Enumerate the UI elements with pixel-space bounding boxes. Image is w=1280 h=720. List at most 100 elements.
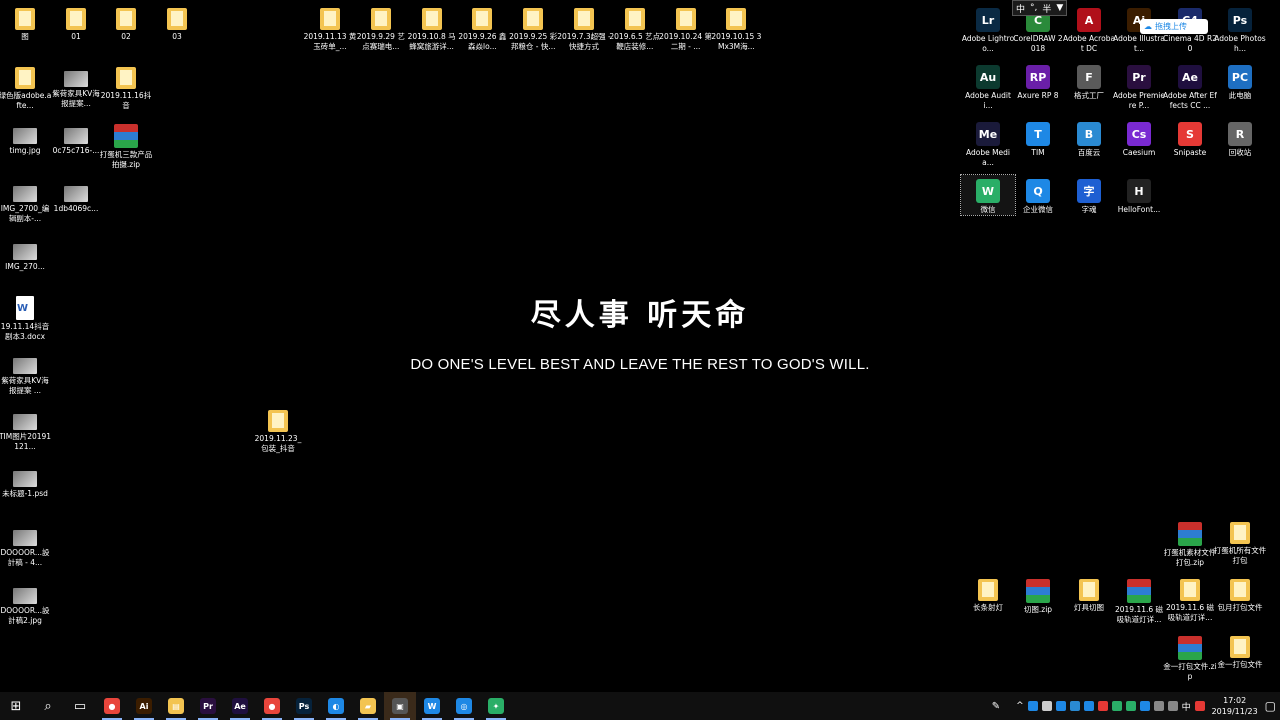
desktop-icon[interactable]: IMG_270...	[0, 236, 52, 272]
taskbar-search[interactable]: ⌕	[32, 692, 64, 720]
desktop-icon[interactable]: R 回收站	[1213, 118, 1267, 158]
desktop-icon[interactable]: PC 此电脑	[1213, 61, 1267, 101]
ime-toolbar[interactable]: 中 °, 半 ▼	[1012, 0, 1068, 16]
desktop-icon[interactable]: 2019.6.5 艺点鞭店装修...	[608, 4, 662, 52]
notes-icon: ▤	[168, 698, 184, 714]
ime-width[interactable]: 半	[1042, 2, 1051, 15]
wifi-icon[interactable]	[1153, 701, 1164, 711]
desktop-icon[interactable]: 2019.7.3超强 - 快捷方式	[557, 4, 611, 52]
taskbar-illustrator[interactable]: Ai	[128, 692, 160, 720]
drag-upload-widget[interactable]: ☁ 拖拽上传	[1140, 19, 1208, 34]
desktop-icon[interactable]: 2019.11.23_包装_抖音	[251, 406, 305, 454]
tray-app-icon[interactable]	[1083, 701, 1094, 711]
tray-app-icon[interactable]	[1097, 701, 1108, 711]
desktop-icon[interactable]: Ae Adobe After Effects CC ...	[1163, 61, 1217, 111]
folder-icon	[1230, 522, 1250, 544]
desktop-icon[interactable]: 01	[49, 4, 103, 42]
desktop-icon[interactable]: A Adobe Acrobat DC	[1062, 4, 1116, 54]
desktop-icon[interactable]: 字字魂	[1062, 175, 1116, 215]
taskbar-file-explorer[interactable]: ▰	[352, 692, 384, 720]
desktop-icon[interactable]: 包月打包文件	[1213, 575, 1267, 613]
taskbar-chrome[interactable]: ●	[96, 692, 128, 720]
desktop-icon[interactable]: 2019.9.29 艺点赛瑞电...	[354, 4, 408, 52]
clock[interactable]: 17:02 2019/11/23	[1209, 695, 1261, 717]
desktop-icon[interactable]: 未标题-1.psd	[0, 463, 52, 499]
desktop-icon[interactable]: 金一打包文件	[1213, 632, 1267, 670]
desktop-icon[interactable]: 打蛋机所有文件打包	[1213, 518, 1267, 566]
desktop-icon[interactable]: Ps Adobe Photosh...	[1213, 4, 1267, 54]
tray-app-icon[interactable]	[1111, 701, 1122, 711]
taskbar-wps[interactable]: W	[416, 692, 448, 720]
taskbar-chrome-2[interactable]: ●	[256, 692, 288, 720]
taskbar-browser[interactable]: ◐	[320, 692, 352, 720]
desktop-icon[interactable]: B 百度云	[1062, 118, 1116, 158]
desktop-icon[interactable]: 打蛋机三款产品拍摄.zip	[99, 120, 153, 170]
taskbar-notes[interactable]: ▤	[160, 692, 192, 720]
notification-icon[interactable]: ▢	[1265, 699, 1276, 713]
desktop-icon[interactable]: 切图.zip	[1011, 575, 1065, 615]
desktop-icon[interactable]: DOOOOR...設計稿2.jpg	[0, 580, 52, 626]
desktop-icon[interactable]: Lr Adobe Lightroo...	[961, 4, 1015, 54]
desktop-icon[interactable]: RP Axure RP 8	[1011, 61, 1065, 101]
tray-app-icon[interactable]	[1055, 701, 1066, 711]
taskbar-photoshop[interactable]: Ps	[288, 692, 320, 720]
tray-app-icon[interactable]	[1139, 701, 1150, 711]
taskbar-after-effects[interactable]: Ae	[224, 692, 256, 720]
taskbar-premiere[interactable]: Pr	[192, 692, 224, 720]
desktop-icon-label: 打蛋机三款产品拍摄.zip	[99, 150, 153, 169]
desktop-icon[interactable]: 紫荷家具KV海报提案...	[49, 63, 103, 109]
desktop-icon[interactable]: 长条射灯	[961, 575, 1015, 613]
desktop-icon[interactable]: 2019.11.16抖音	[99, 63, 153, 111]
desktop-icon[interactable]: 0c75c716-...	[49, 120, 103, 156]
tray-app-icon[interactable]	[1041, 701, 1052, 711]
tray-app-icon[interactable]	[1125, 701, 1136, 711]
desktop-icon[interactable]: 2019.11.6 磁吸轨道灯详...	[1112, 575, 1166, 625]
desktop-icon[interactable]: 03	[150, 4, 204, 42]
desktop-icon[interactable]: DOOOOR...設計稿 - 4...	[0, 522, 52, 568]
desktop-icon[interactable]: 2019.10.15 3Mx3M海...	[709, 4, 763, 52]
desktop-icon[interactable]: H HelloFont...	[1112, 175, 1166, 215]
desktop-icon[interactable]: Me Adobe Media...	[961, 118, 1015, 168]
folder-icon	[66, 8, 86, 30]
desktop-icon[interactable]: 2019.9.25 彩邦粮仓 - 快...	[506, 4, 560, 52]
desktop-icon[interactable]: 打蛋机素材文件打包.zip	[1163, 518, 1217, 568]
desktop-icon[interactable]: 02	[99, 4, 153, 42]
chevron-up-icon[interactable]: ^	[1016, 701, 1024, 711]
desktop-icon[interactable]: 灯具切图	[1062, 575, 1116, 613]
desktop-icon[interactable]: IMG_2700_编辑副本-...	[0, 178, 52, 224]
desktop-icon[interactable]: 2019.10.24 第二期 - ...	[659, 4, 713, 52]
desktop-icon[interactable]: T TIM	[1011, 118, 1065, 158]
volume-icon[interactable]	[1167, 701, 1178, 711]
tray-app-icon[interactable]	[1027, 701, 1038, 711]
input-language[interactable]: 中	[1182, 700, 1191, 713]
desktop-icon-label: 紫荷家具KV海报提案...	[52, 89, 100, 108]
desktop-icon[interactable]: F 格式工厂	[1062, 61, 1116, 101]
desktop-icon[interactable]: 2019.10.8 马蜂窝旅游详...	[405, 4, 459, 52]
desktop-icon[interactable]: 绿色版adobe.afte...	[0, 63, 52, 111]
desktop-icon[interactable]: Q 企业微信	[1011, 175, 1065, 215]
desktop-icon[interactable]: S Snipaste	[1163, 118, 1217, 158]
taskbar-player[interactable]: ▣	[384, 692, 416, 720]
taskbar-start[interactable]: ⊞	[0, 692, 32, 720]
shirt-icon[interactable]: ▼	[1056, 3, 1063, 13]
taskbar-tim[interactable]: ◎	[448, 692, 480, 720]
desktop-icon[interactable]: 图	[0, 4, 52, 42]
tray-app-icon[interactable]	[1069, 701, 1080, 711]
desktop-icon[interactable]: TIM图片20191121...	[0, 406, 52, 452]
desktop-icon[interactable]: 2019.11.13 黄玉砖单_...	[303, 4, 357, 52]
taskbar-task-view[interactable]: ▭	[64, 692, 96, 720]
desktop-icon[interactable]: 金一打包文件.zip	[1163, 632, 1217, 682]
desktop-icon[interactable]: W 微信	[960, 174, 1016, 216]
desktop-icon[interactable]: Au Adobe Auditi...	[961, 61, 1015, 111]
ime-mode[interactable]: 中	[1016, 2, 1025, 15]
ime-punct[interactable]: °,	[1030, 3, 1037, 13]
taskbar-wechat[interactable]: ✦	[480, 692, 512, 720]
desktop-icon[interactable]: Pr Adobe Premiere P...	[1112, 61, 1166, 111]
desktop-icon[interactable]: 2019.9.26 鑫森焱lo...	[455, 4, 509, 52]
desktop-icon[interactable]: timg.jpg	[0, 120, 52, 156]
desktop-icon[interactable]: 2019.11.6 磁吸轨道灯详...	[1163, 575, 1217, 623]
desktop-icon[interactable]: Cs Caesium	[1112, 118, 1166, 158]
pen-icon[interactable]: ✎	[992, 701, 1000, 712]
sogou-icon[interactable]	[1194, 701, 1205, 711]
desktop-icon[interactable]: 1db4069c...	[49, 178, 103, 214]
